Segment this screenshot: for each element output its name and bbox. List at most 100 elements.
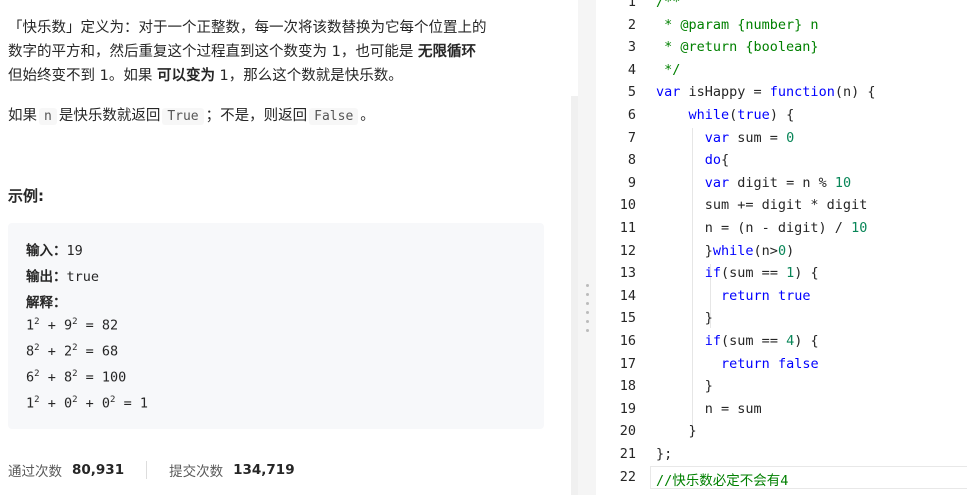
code-line[interactable]: };	[656, 446, 672, 462]
output-label: 输出：	[26, 269, 67, 285]
line-number: 9	[627, 174, 636, 191]
code-line[interactable]: return false	[656, 356, 819, 372]
line-number: 13	[619, 265, 636, 282]
exponent: 2	[110, 395, 116, 405]
line-number: 16	[619, 333, 636, 349]
line-number: 11	[619, 220, 636, 236]
code-line[interactable]: * @return {boolean}	[656, 39, 818, 55]
inline-code-n: n	[39, 108, 57, 125]
code-line[interactable]: }	[656, 378, 713, 394]
code-line[interactable]: n = sum	[656, 401, 762, 417]
result: 82	[101, 317, 119, 334]
inline-code-true: True	[162, 108, 204, 125]
code-line[interactable]: do{	[656, 152, 729, 168]
base: 8	[63, 369, 73, 386]
explain-label: 解释：	[26, 295, 67, 311]
line-number: 3	[627, 39, 636, 56]
accepted-count: 80,931	[72, 462, 125, 478]
code-editor[interactable]: 1 2 3 4 5 6 7 8 9 10 11 12 13 14 15 16 17 18 19 20 21 22 /** …	[596, 0, 967, 495]
exponent: 2	[34, 317, 40, 327]
code-line[interactable]: var digit = n % 10	[656, 175, 851, 191]
explain-step: 82 + 22 = 68	[26, 343, 119, 360]
code-line[interactable]: }while(n>0)	[656, 243, 794, 259]
description-text: 是快乐数就返回	[58, 108, 161, 124]
line-number: 6	[627, 107, 636, 123]
exponent: 2	[34, 369, 40, 379]
description-text: 数字的平方和，然后重复这个过程直到这个数变为 1，也可能是	[8, 44, 418, 60]
code-line[interactable]: sum += digit * digit	[656, 197, 868, 213]
line-number: 2	[627, 16, 636, 33]
line-number: 14	[619, 287, 636, 304]
input-label: 输入：	[26, 243, 67, 259]
code-line[interactable]: var sum = 0	[656, 130, 794, 146]
code-line[interactable]: var isHappy = function(n) {	[656, 84, 875, 100]
line-number: 22	[619, 468, 636, 485]
code-line[interactable]: if(sum == 1) {	[656, 265, 819, 281]
explain-step: 12 + 92 = 82	[26, 317, 119, 334]
base: 9	[63, 317, 73, 334]
description-scrollbar[interactable]	[571, 96, 578, 495]
code-line[interactable]: */	[656, 62, 680, 78]
line-number: 21	[619, 446, 636, 462]
line-number: 18	[619, 378, 636, 395]
exponent: 2	[72, 317, 78, 327]
example-input: 输入：19	[26, 239, 83, 259]
stats-divider	[146, 461, 148, 479]
base: 0	[101, 395, 111, 412]
result: 68	[101, 343, 119, 360]
line-number: 7	[627, 129, 636, 146]
example-block: 输入：19 输出：true 解释： 12 + 92 = 82 82 + 22 =…	[8, 223, 544, 429]
code-line[interactable]: * @param {number} n	[656, 17, 818, 33]
line-number: 15	[619, 310, 636, 327]
base: 0	[63, 395, 73, 412]
exponent: 2	[72, 395, 78, 405]
submission-stats: 通过次数 80,931 提交次数 134,719	[8, 460, 295, 480]
description-text: 。	[360, 108, 375, 124]
line-number: 4	[627, 61, 636, 78]
code-line[interactable]: if(sum == 4) {	[656, 333, 819, 349]
base: 6	[26, 369, 35, 386]
exponent: 2	[72, 369, 78, 379]
line-number: 20	[619, 423, 636, 440]
explain-step: 12 + 02 + 02 = 1	[26, 395, 148, 412]
line-number: 17	[619, 355, 636, 372]
bold-infinite-loop: 无限循环	[417, 44, 476, 60]
bold-can-become: 可以变为	[156, 68, 215, 84]
base: 8	[26, 343, 35, 360]
description-line-3: 但始终变不到 1。如果 可以变为 1，那么这个数就是快乐数。	[8, 64, 403, 88]
result: 1	[139, 395, 148, 412]
problem-description-panel: 「快乐数」定义为：对于一个正整数，每一次将该数替换为它每个位置上的 数字的平方和…	[0, 0, 578, 495]
base: 1	[26, 395, 35, 412]
code-line[interactable]: n = (n - digit) / 10	[656, 220, 868, 236]
code-line[interactable]: }	[656, 310, 713, 326]
accepted-label: 通过次数	[8, 464, 62, 480]
description-text: 如果	[8, 108, 37, 124]
code-line[interactable]: return true	[656, 288, 810, 304]
drag-handle-icon[interactable]	[586, 284, 589, 338]
explain-step: 62 + 82 = 100	[26, 369, 127, 386]
line-number: 19	[619, 400, 636, 417]
line-number: 12	[619, 242, 636, 259]
input-value: 19	[66, 243, 83, 259]
base: 1	[26, 317, 35, 334]
panel-resize-handle[interactable]	[578, 0, 596, 495]
description-return-rule: 如果 n 是快乐数就返回 True ；不是，则返回 False。	[8, 104, 375, 129]
code-line[interactable]: }	[656, 423, 697, 439]
description-text: 但始终变不到 1。如果	[8, 68, 157, 84]
inline-code-false: False	[309, 108, 359, 125]
description-line-2: 数字的平方和，然后重复这个过程直到这个数变为 1，也可能是 无限循环	[8, 40, 476, 64]
code-line[interactable]: while(true) {	[656, 107, 795, 123]
line-number: 8	[627, 152, 636, 169]
line-number: 10	[619, 197, 636, 214]
submissions-label: 提交次数	[169, 464, 224, 480]
code-line[interactable]: //快乐数必定不会有4	[656, 469, 788, 489]
description-text: ；不是，则返回	[205, 108, 308, 124]
line-number: 5	[627, 84, 636, 101]
exponent: 2	[72, 343, 78, 353]
code-line[interactable]: /**	[656, 0, 680, 10]
result: 100	[101, 369, 127, 386]
example-explain: 解释：	[26, 291, 67, 311]
description-text: 1，那么这个数就是快乐数。	[214, 68, 403, 84]
exponent: 2	[34, 395, 40, 405]
description-line-1: 「快乐数」定义为：对于一个正整数，每一次将该数替换为它每个位置上的	[8, 20, 487, 36]
